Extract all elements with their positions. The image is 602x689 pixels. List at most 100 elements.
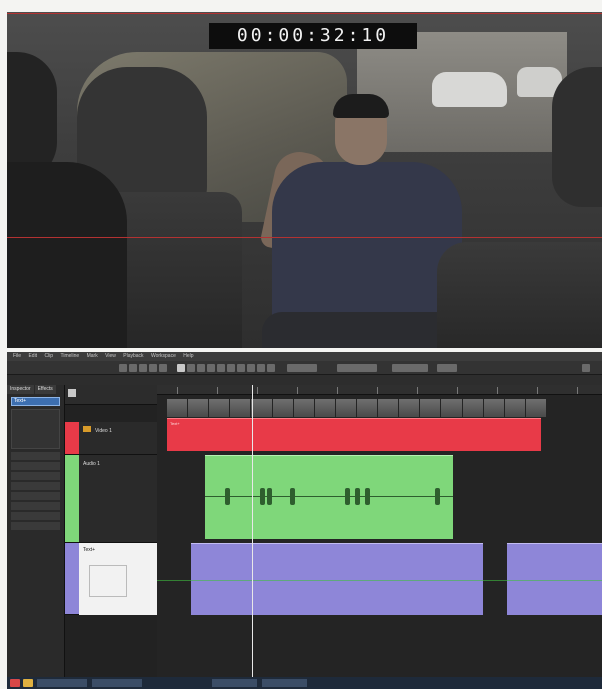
video-thumbnail bbox=[251, 399, 272, 417]
waveform-peak bbox=[290, 488, 295, 505]
menu-item[interactable]: Help bbox=[183, 353, 193, 359]
mode-dropdown[interactable] bbox=[392, 364, 428, 372]
panel-tabs: Inspector Effects bbox=[7, 385, 64, 394]
close-icon[interactable] bbox=[582, 364, 590, 372]
track-header-audio[interactable]: Audio 1 bbox=[65, 455, 157, 543]
inspector-property[interactable] bbox=[11, 472, 60, 480]
menu-bar: File Edit Clip Timeline Mark View Playba… bbox=[7, 352, 602, 361]
inspector-property[interactable] bbox=[11, 492, 60, 500]
text-clip[interactable] bbox=[507, 543, 602, 615]
video-thumbnail bbox=[525, 399, 546, 417]
view-dropdown[interactable] bbox=[337, 364, 377, 372]
selected-node[interactable]: Text+ bbox=[11, 397, 60, 406]
timeline[interactable]: Text+ bbox=[157, 385, 602, 677]
view-options-icon[interactable] bbox=[437, 364, 457, 372]
checkbox[interactable] bbox=[68, 389, 76, 397]
audio-waveform bbox=[205, 496, 453, 497]
track-name: Audio 1 bbox=[83, 461, 100, 467]
track-preview-box bbox=[89, 565, 127, 597]
inspector-property[interactable] bbox=[11, 462, 60, 470]
taskbar-app[interactable] bbox=[212, 679, 257, 687]
track-color-swatch bbox=[65, 543, 79, 614]
inspector-controls[interactable] bbox=[11, 409, 60, 449]
video-thumbnail bbox=[314, 399, 335, 417]
guide-line bbox=[157, 580, 602, 581]
ruler-tick bbox=[457, 387, 458, 394]
passenger-hair bbox=[333, 94, 389, 118]
taskbar-app[interactable] bbox=[262, 679, 307, 687]
trim-tool-icon[interactable] bbox=[129, 364, 137, 372]
menu-item[interactable]: Timeline bbox=[60, 353, 79, 359]
track-header-video[interactable]: Video 1 bbox=[65, 422, 157, 455]
screenshot: 00:00:32:10 File Edit Clip Timeline Mark… bbox=[0, 0, 602, 689]
ruler-tick bbox=[297, 387, 298, 394]
inspector-property[interactable] bbox=[11, 452, 60, 460]
track-name: Video 1 bbox=[95, 428, 112, 434]
ruler-tick bbox=[577, 387, 578, 394]
tab-inspector[interactable]: Inspector bbox=[7, 385, 34, 394]
waveform-peak bbox=[345, 488, 350, 505]
track-header-selected[interactable]: Text+ bbox=[79, 543, 157, 615]
menu-item[interactable]: Edit bbox=[28, 353, 37, 359]
inspector-property[interactable] bbox=[11, 482, 60, 490]
link-icon[interactable] bbox=[159, 364, 167, 372]
menu-item[interactable]: Workspace bbox=[151, 353, 176, 359]
selection-tool-icon[interactable] bbox=[119, 364, 127, 372]
menu-item[interactable]: File bbox=[13, 353, 21, 359]
track-name: Text+ bbox=[83, 547, 96, 553]
start-icon[interactable] bbox=[10, 679, 20, 687]
menu-item[interactable]: Clip bbox=[44, 353, 53, 359]
video-thumbnail bbox=[462, 399, 483, 417]
zoom-dropdown[interactable] bbox=[287, 364, 317, 372]
video-thumbnail bbox=[441, 399, 462, 417]
blade-tool-icon[interactable] bbox=[139, 364, 147, 372]
inspector-property[interactable] bbox=[11, 512, 60, 520]
zoom-icon[interactable] bbox=[207, 364, 215, 372]
clip-label: Text+ bbox=[170, 421, 180, 426]
flag-icon[interactable] bbox=[197, 364, 205, 372]
text-clip[interactable] bbox=[191, 543, 483, 615]
taskbar bbox=[7, 677, 602, 689]
menu-item[interactable]: Playback bbox=[123, 353, 143, 359]
razor-icon[interactable] bbox=[237, 364, 245, 372]
ruler-tick bbox=[417, 387, 418, 394]
timeline-ruler[interactable] bbox=[157, 385, 602, 395]
inspector-property[interactable] bbox=[11, 502, 60, 510]
track-color-swatch bbox=[65, 422, 79, 454]
taskbar-app[interactable] bbox=[37, 679, 87, 687]
audio-clip[interactable] bbox=[205, 455, 453, 539]
ruler-tick bbox=[377, 387, 378, 394]
folder-icon[interactable] bbox=[23, 679, 33, 687]
marker-icon[interactable] bbox=[187, 364, 195, 372]
inspector-panel: Inspector Effects Text+ bbox=[7, 385, 65, 677]
video-thumbnail bbox=[420, 399, 441, 417]
text-icon[interactable] bbox=[267, 364, 275, 372]
video-thumbnail-strip[interactable] bbox=[167, 399, 547, 417]
slip-icon[interactable] bbox=[227, 364, 235, 372]
playhead[interactable] bbox=[252, 385, 253, 677]
menu-item[interactable]: View bbox=[105, 353, 116, 359]
track-header-top bbox=[65, 385, 157, 405]
track-header-text[interactable]: Text+ bbox=[65, 543, 157, 615]
toolbar bbox=[7, 361, 602, 375]
video-clip[interactable]: Text+ bbox=[167, 418, 541, 451]
audio-icon[interactable] bbox=[247, 364, 255, 372]
tab-effects[interactable]: Effects bbox=[34, 385, 56, 394]
waveform-peak bbox=[435, 488, 440, 505]
video-thumbnail bbox=[483, 399, 504, 417]
seat-back bbox=[437, 242, 602, 348]
effects-icon[interactable] bbox=[257, 364, 265, 372]
video-thumbnail bbox=[356, 399, 378, 417]
ruler-tick bbox=[497, 387, 498, 394]
pointer-icon[interactable] bbox=[177, 364, 185, 372]
hand-icon[interactable] bbox=[217, 364, 225, 372]
ruler-tick bbox=[337, 387, 338, 394]
inspector-property[interactable] bbox=[11, 522, 60, 530]
video-viewer[interactable]: 00:00:32:10 bbox=[7, 12, 602, 348]
ruler-tick bbox=[257, 387, 258, 394]
video-thumbnail bbox=[188, 399, 209, 417]
video-thumbnail bbox=[335, 399, 356, 417]
menu-item[interactable]: Mark bbox=[87, 353, 98, 359]
taskbar-app[interactable] bbox=[92, 679, 142, 687]
snap-icon[interactable] bbox=[149, 364, 157, 372]
